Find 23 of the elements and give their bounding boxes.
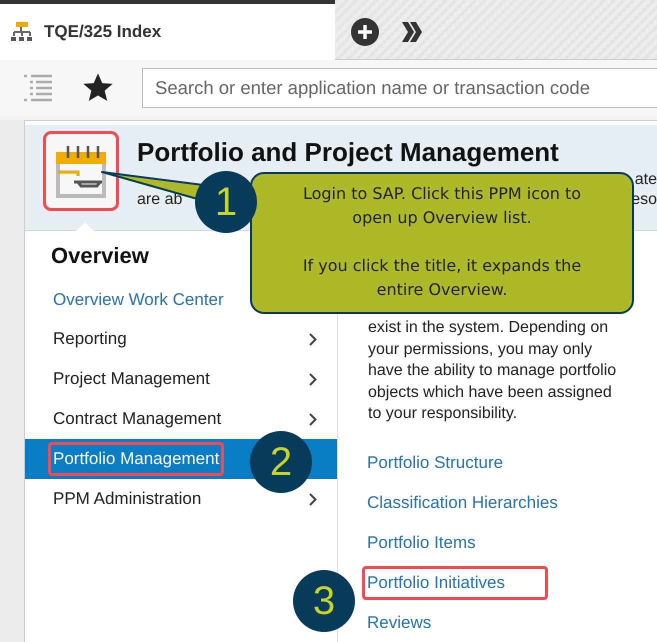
chevron-right-icon	[309, 372, 317, 386]
description-text: are ab	[137, 190, 182, 210]
menu-item[interactable]: Project Management	[25, 359, 337, 399]
sitemap-icon	[10, 22, 34, 42]
callout-tooltip: Login to SAP. Click this PPM icon to open up Overview list. If you click the title, it expands the entire Overview.	[250, 172, 634, 314]
overview-title[interactable]: Overview	[51, 243, 149, 269]
chevron-right-icon	[309, 492, 317, 506]
chevron-right-icon	[309, 332, 317, 346]
portfolio-link[interactable]: Portfolio Items	[362, 526, 519, 560]
portfolio-link[interactable]: Portfolio Initiatives	[362, 566, 548, 600]
portfolio-link[interactable]: Classification Hierarchies	[362, 486, 601, 520]
portfolio-link[interactable]: Portfolio Structure	[362, 446, 546, 480]
tab[interactable]: TQE/325 Index	[0, 0, 335, 60]
chevron-right-icon	[309, 412, 317, 426]
description-paragraph: exist in the system. Depending on your permissions, you may only have the ability to manage portfolio objects which have been assigned to your responsibility.	[368, 318, 618, 424]
search-field[interactable]: Search or enter application name or transaction code	[142, 68, 657, 108]
add-icon[interactable]	[351, 18, 379, 46]
app-title[interactable]: Portfolio and Project Management	[137, 137, 559, 168]
double-chevron-icon[interactable]	[401, 22, 423, 42]
description-text: ate	[634, 170, 657, 190]
portfolio-app-icon[interactable]	[43, 131, 119, 211]
menu-item[interactable]: Reporting	[25, 319, 337, 359]
portfolio-link[interactable]: Reviews	[362, 606, 474, 640]
